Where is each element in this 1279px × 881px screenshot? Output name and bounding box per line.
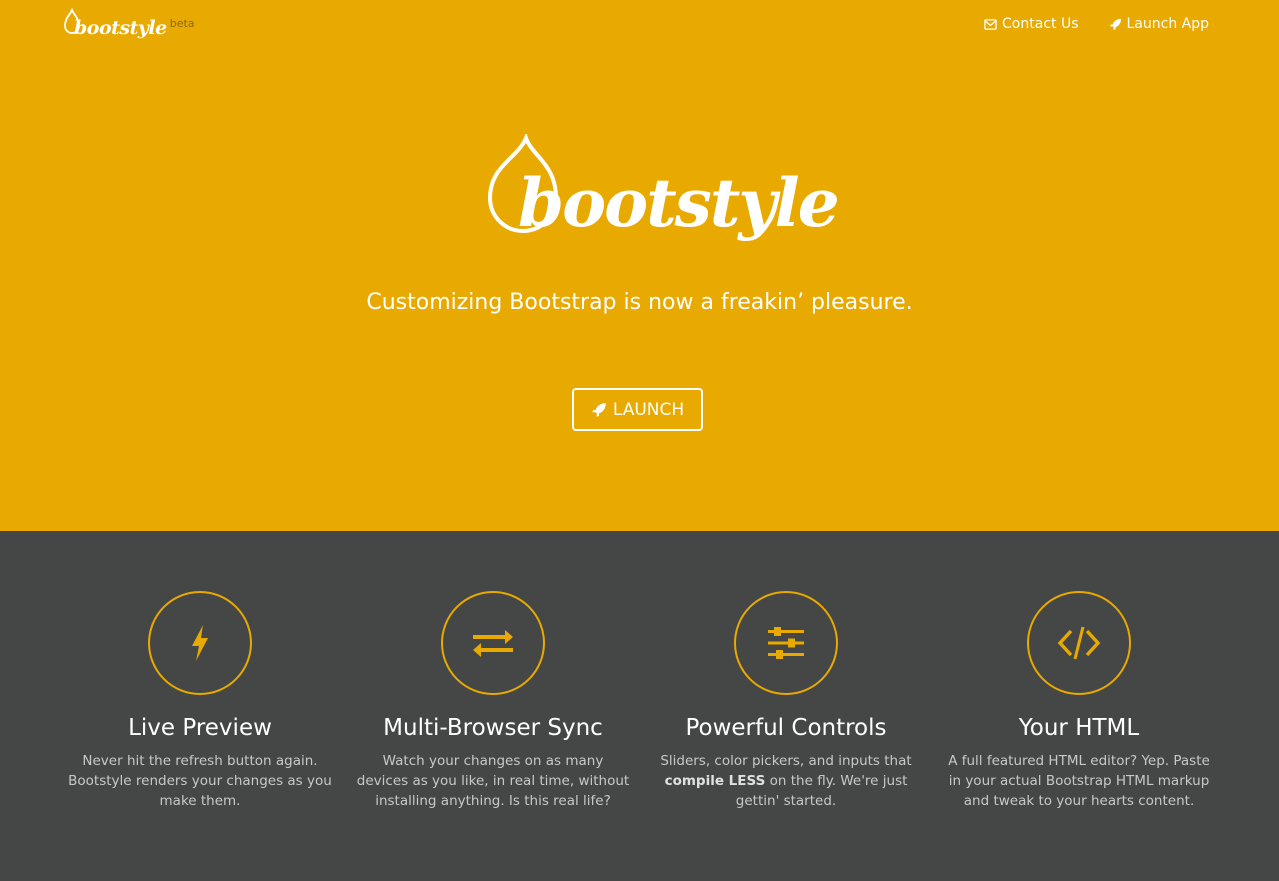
brand-logo[interactable]: bootstyle beta bbox=[64, 8, 195, 39]
beta-badge: beta bbox=[169, 17, 195, 30]
top-nav: Contact Us Launch App bbox=[984, 16, 1209, 32]
hero-logo: bootstyle bbox=[488, 134, 840, 250]
hero-section: bootstyle beta Contact Us Launch App boo… bbox=[0, 0, 1279, 531]
launch-button[interactable]: LAUNCH bbox=[572, 388, 703, 431]
feature-multi-browser-sync: Multi-Browser Sync Watch your changes on… bbox=[348, 531, 638, 881]
feature-icon-circle bbox=[148, 591, 252, 695]
launch-button-label: LAUNCH bbox=[612, 399, 685, 420]
feature-title: Your HTML bbox=[1018, 715, 1140, 741]
sliders-icon bbox=[768, 627, 804, 659]
feature-title: Live Preview bbox=[128, 715, 272, 741]
launch-app-label: Launch App bbox=[1126, 16, 1210, 32]
launch-app-link[interactable]: Launch App bbox=[1109, 16, 1210, 32]
feature-icon-circle bbox=[734, 591, 838, 695]
hero-tagline: Customizing Bootstrap is now a freakin’ … bbox=[366, 290, 913, 315]
feature-powerful-controls: Powerful Controls Sliders, color pickers… bbox=[641, 531, 931, 881]
feature-title: Multi-Browser Sync bbox=[383, 715, 603, 741]
features-section: Live Preview Never hit the refresh butto… bbox=[0, 531, 1279, 881]
code-icon bbox=[1057, 626, 1101, 660]
feature-your-html: Your HTML A full featured HTML editor? Y… bbox=[934, 531, 1224, 881]
hero-logo-text: bootstyle bbox=[518, 164, 840, 242]
feature-title: Powerful Controls bbox=[685, 715, 887, 741]
contact-us-label: Contact Us bbox=[1002, 16, 1079, 32]
feature-description: Never hit the refresh button again. Boot… bbox=[68, 753, 332, 809]
lightning-icon bbox=[192, 625, 208, 661]
brand-name: bootstyle bbox=[74, 17, 167, 39]
feature-description: Sliders, color pickers, and inputs that … bbox=[660, 753, 912, 809]
feature-icon-circle bbox=[441, 591, 545, 695]
feature-live-preview: Live Preview Never hit the refresh butto… bbox=[55, 531, 345, 881]
feature-description: Watch your changes on as many devices as… bbox=[356, 753, 630, 809]
feature-description: A full featured HTML editor? Yep. Paste … bbox=[948, 753, 1210, 809]
sync-arrows-icon bbox=[473, 630, 513, 657]
contact-us-link[interactable]: Contact Us bbox=[984, 16, 1079, 32]
rocket-icon bbox=[1109, 18, 1121, 30]
feature-icon-circle bbox=[1027, 591, 1131, 695]
envelope-icon bbox=[984, 18, 997, 30]
rocket-icon bbox=[591, 402, 606, 417]
